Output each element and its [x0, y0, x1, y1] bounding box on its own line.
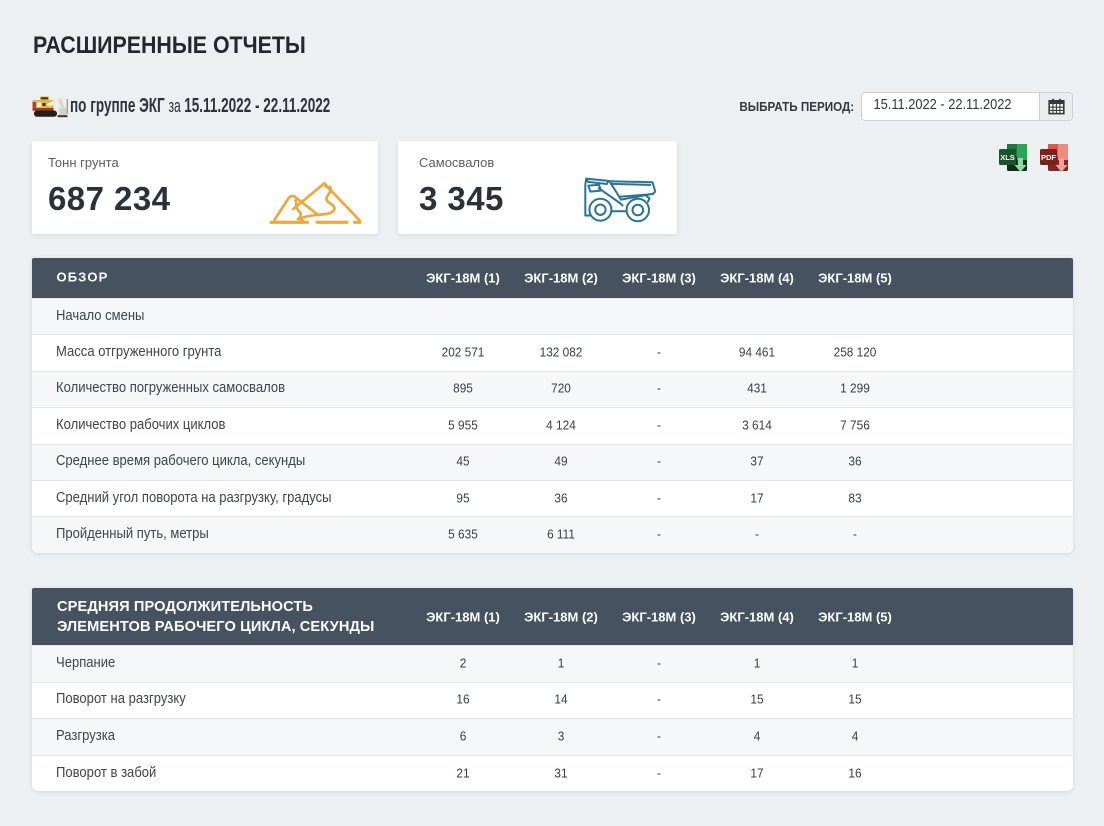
svg-text:PDF: PDF: [1041, 153, 1056, 162]
svg-text:XLS: XLS: [1000, 153, 1015, 162]
